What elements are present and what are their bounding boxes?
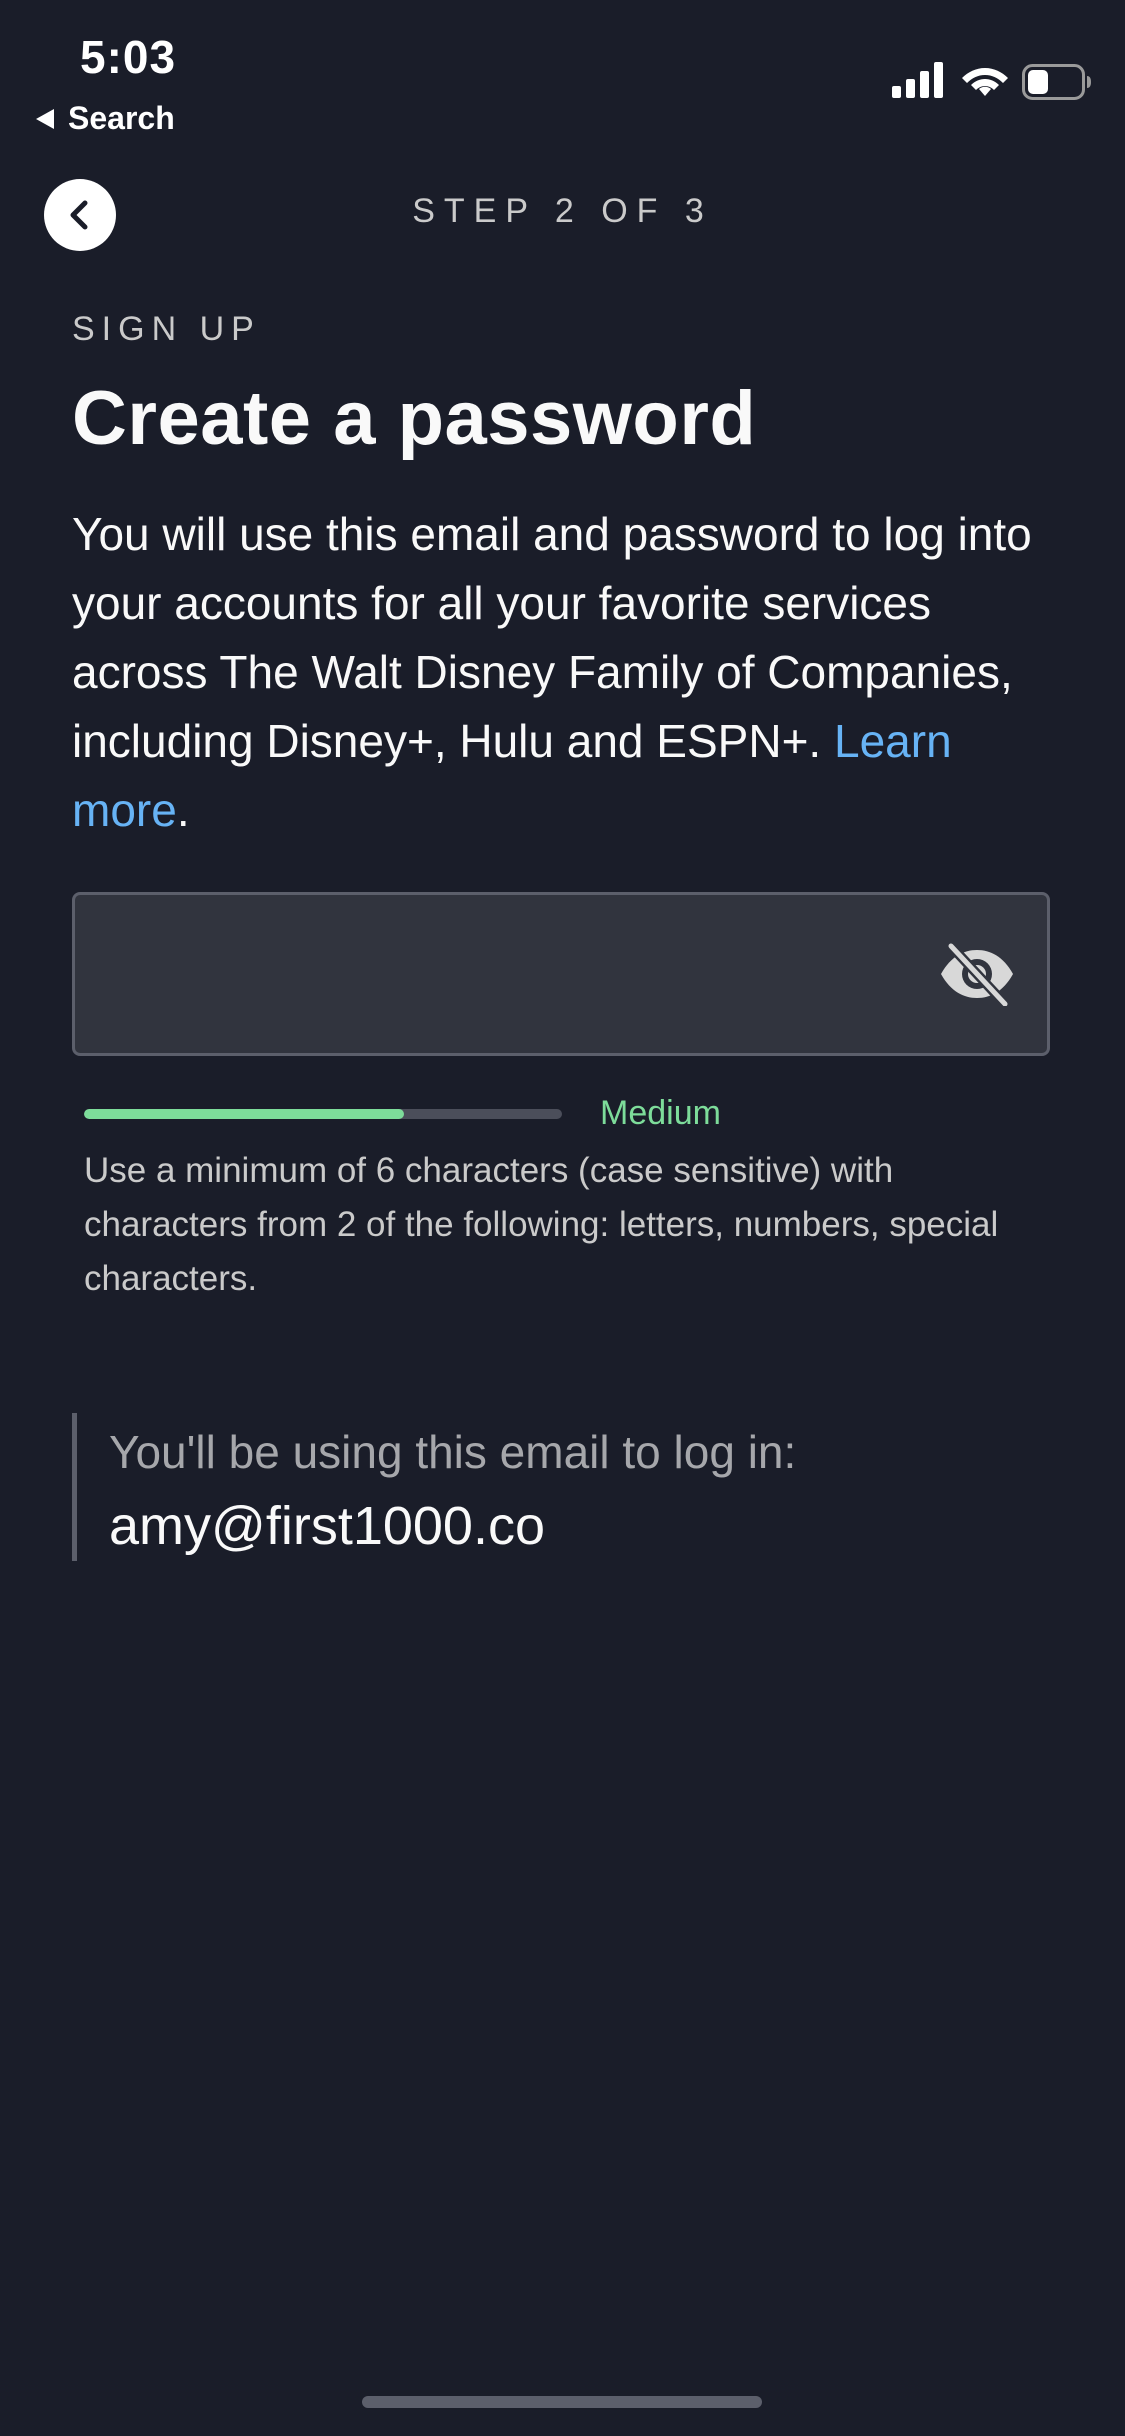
battery-icon	[1022, 64, 1091, 100]
password-strength-label: Medium	[600, 1094, 721, 1132]
status-bar-time: 5:03	[80, 31, 177, 83]
login-email-value: amy@first1000.co	[109, 1496, 545, 1556]
login-email-info: You'll be using this email to log in: am…	[72, 1413, 796, 1561]
show-password-toggle[interactable]	[937, 941, 1017, 1009]
eye-off-icon	[941, 941, 1013, 1009]
password-input[interactable]	[75, 895, 999, 1053]
password-requirements-hint: Use a minimum of 6 characters (case sens…	[84, 1151, 999, 1298]
page-title: Create a password	[72, 376, 757, 461]
password-strength-meter	[84, 1109, 562, 1119]
description: You will use this email and password to …	[72, 500, 1072, 845]
password-field[interactable]	[72, 892, 1050, 1056]
description-suffix: .	[176, 784, 190, 836]
back-triangle-icon	[36, 108, 54, 129]
password-strength-fill	[84, 1109, 405, 1119]
back-to-app-link[interactable]: Search	[36, 100, 175, 137]
cellular-signal-icon	[892, 62, 943, 98]
wifi-icon	[962, 68, 1008, 96]
login-email-caption: You'll be using this email to log in:	[109, 1426, 797, 1478]
home-indicator[interactable]	[362, 2396, 762, 2408]
back-app-label: Search	[68, 100, 175, 136]
sign-up-eyebrow: SIGN UP	[72, 310, 261, 348]
step-indicator: STEP 2 OF 3	[412, 192, 713, 230]
